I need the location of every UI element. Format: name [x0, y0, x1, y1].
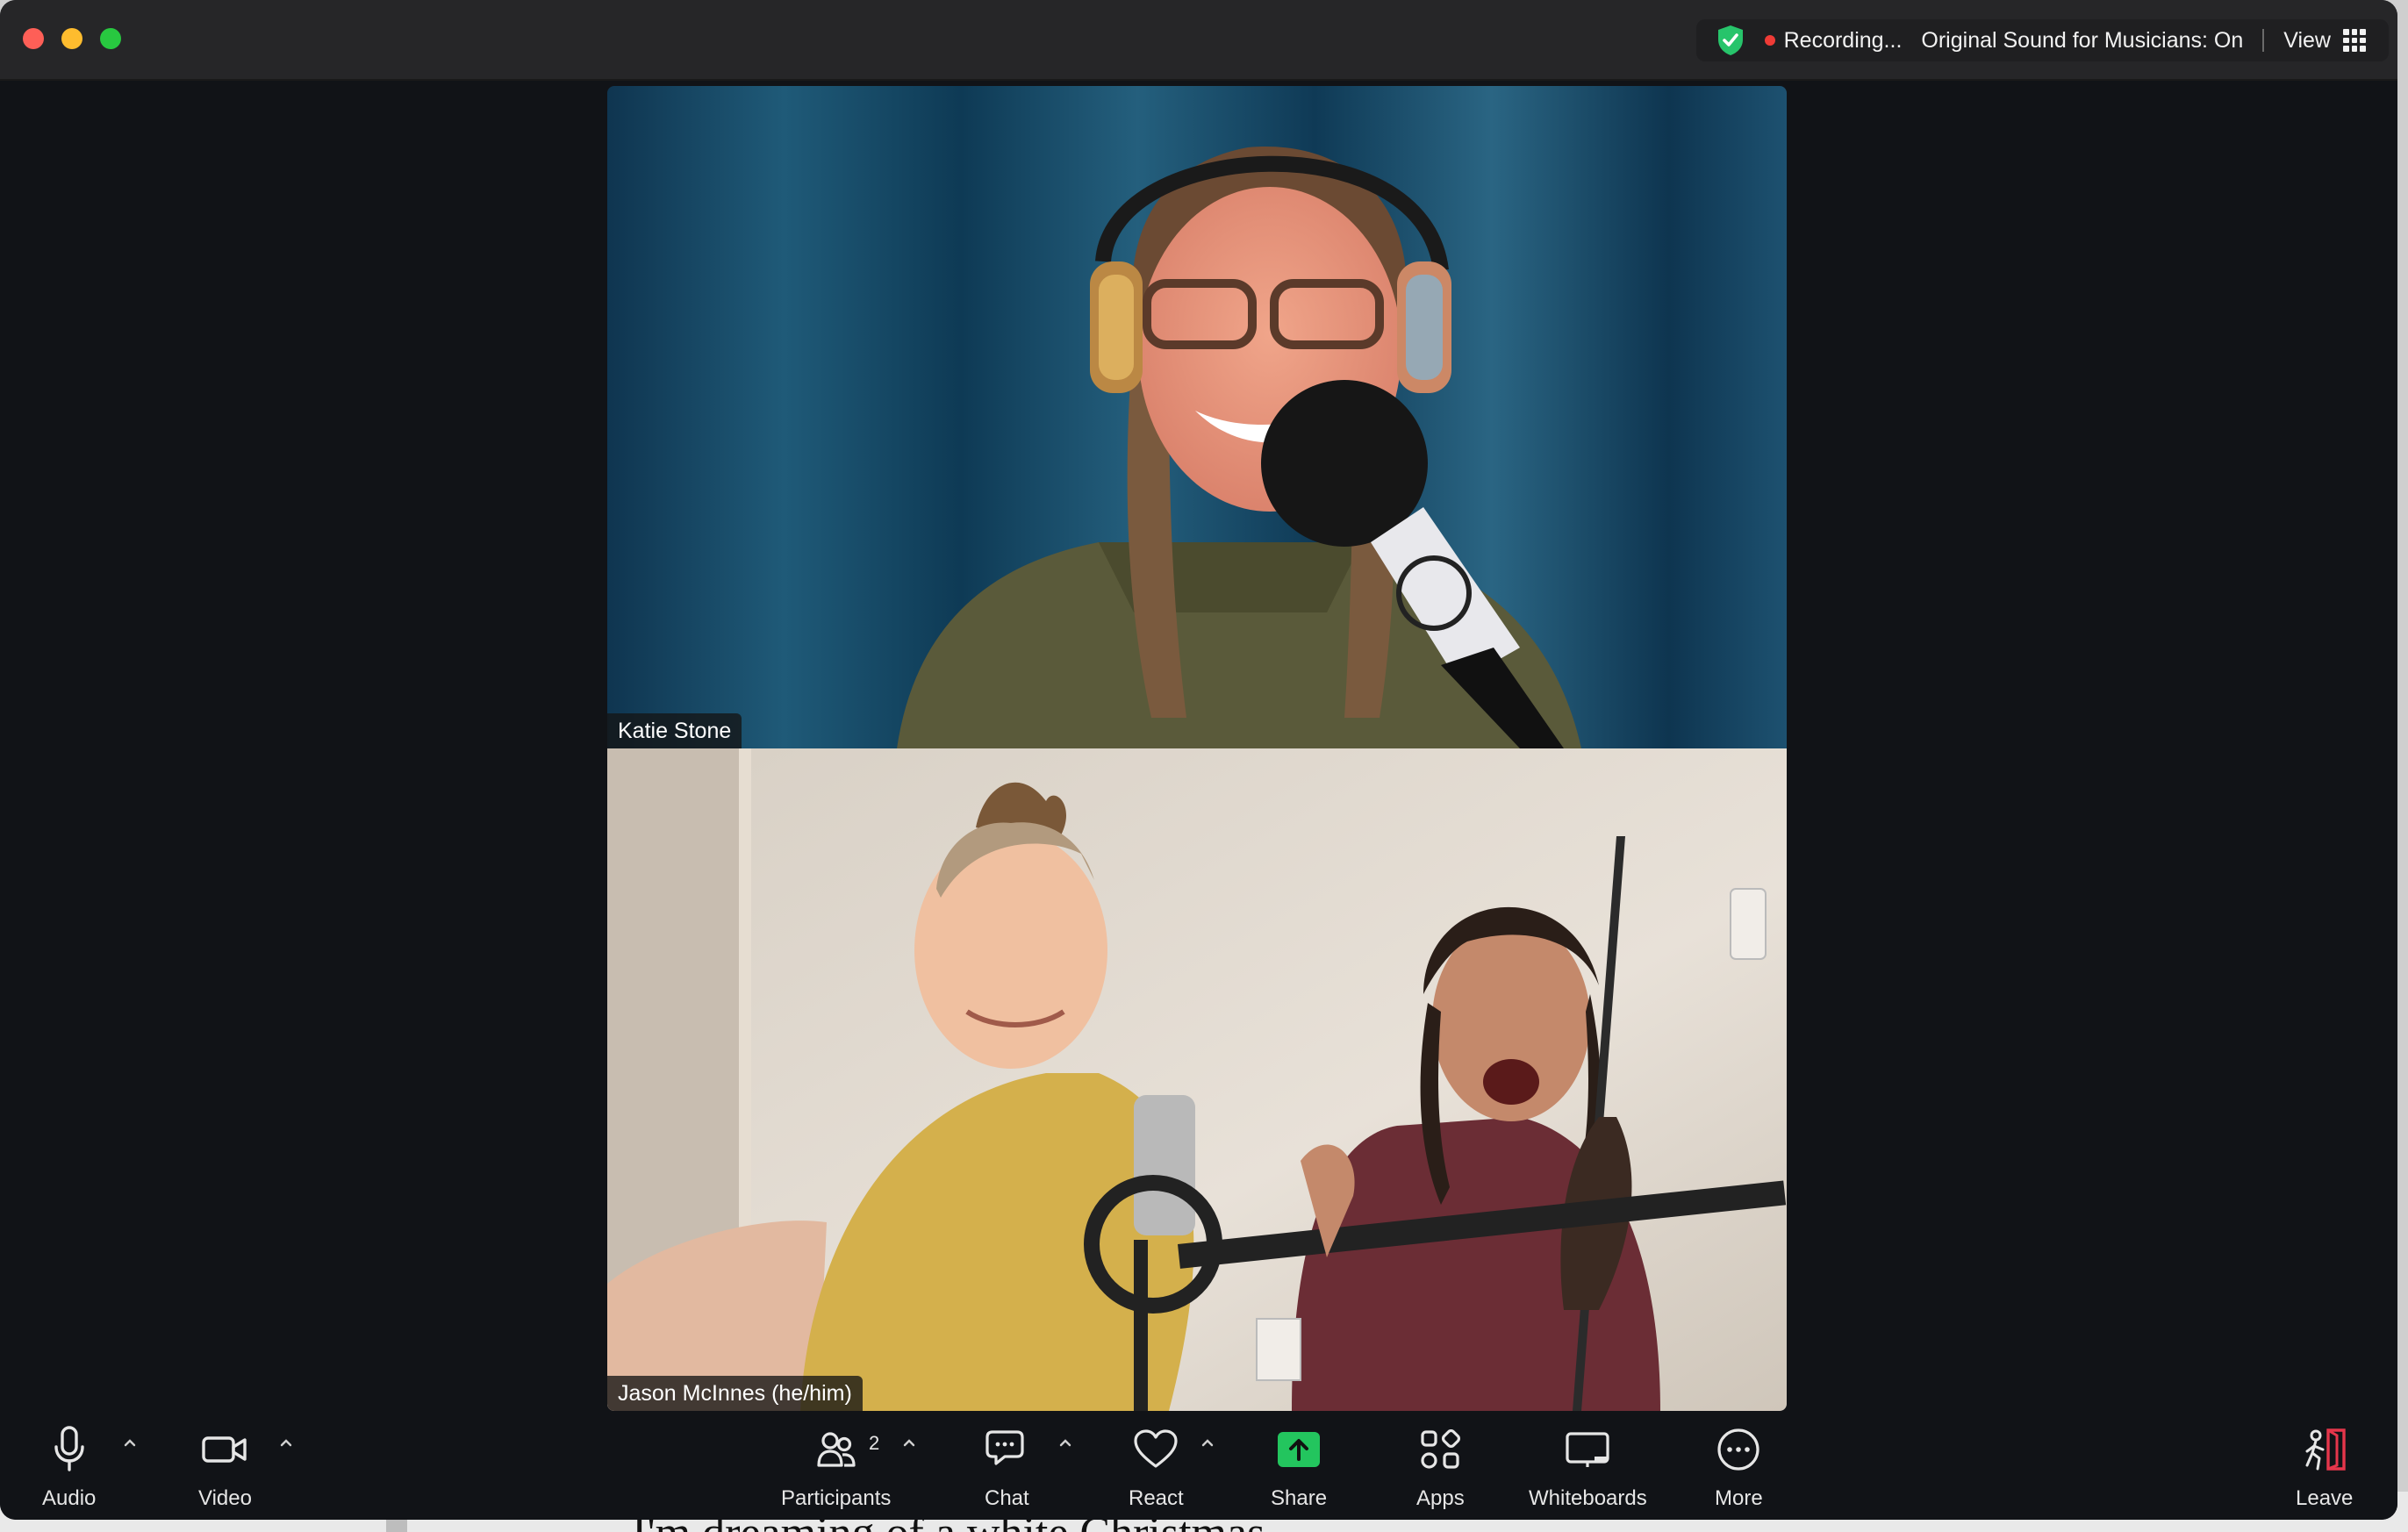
meeting-status-bar: Recording... Original Sound for Musician… [1695, 19, 2389, 61]
audio-button[interactable]: Audio [42, 1423, 96, 1511]
close-window-button[interactable] [23, 28, 44, 49]
more-label: More [1715, 1486, 1763, 1510]
chat-icon [985, 1430, 1024, 1465]
video-tile-katie-stone[interactable]: Katie Stone [607, 86, 1787, 748]
participant-name-tag: Jason McInnes (he/him) [607, 1376, 863, 1411]
whiteboard-icon [1566, 1432, 1609, 1467]
video-button[interactable]: Video [198, 1423, 252, 1511]
apps-button[interactable]: Apps [1416, 1423, 1465, 1511]
apps-label: Apps [1416, 1486, 1465, 1510]
share-button[interactable]: Share [1271, 1423, 1327, 1511]
view-button[interactable]: View [2283, 28, 2366, 54]
video-label: Video [198, 1486, 252, 1510]
apps-icon [1421, 1429, 1461, 1469]
participants-label: Participants [781, 1486, 892, 1510]
status-divider [2262, 29, 2265, 52]
grid-icon [2343, 29, 2366, 52]
video-tile-jason-mcinnes[interactable]: Jason McInnes (he/him) [607, 748, 1787, 1411]
react-label: React [1129, 1486, 1184, 1510]
participant-name-tag: Katie Stone [607, 713, 742, 748]
chat-label: Chat [985, 1486, 1029, 1510]
chat-button[interactable]: Chat [985, 1423, 1029, 1511]
participant-video-feed [607, 86, 1787, 748]
original-sound-status[interactable]: Original Sound for Musicians: On [1921, 28, 2243, 54]
share-label: Share [1271, 1486, 1328, 1510]
title-bar: Recording... Original Sound for Musician… [0, 0, 2397, 81]
video-options-chevron-icon[interactable] [277, 1434, 295, 1451]
minimize-window-button[interactable] [61, 28, 82, 49]
video-camera-icon [202, 1436, 247, 1463]
participants-count-badge: 2 [869, 1432, 880, 1454]
audio-options-chevron-icon[interactable] [121, 1434, 139, 1451]
react-button[interactable]: React [1129, 1423, 1184, 1511]
heart-icon [1134, 1429, 1178, 1468]
participant-video-feed [607, 748, 1787, 1411]
leave-label: Leave [2296, 1486, 2354, 1510]
more-button[interactable]: More [1715, 1423, 1763, 1511]
participants-icon [817, 1432, 856, 1467]
leave-door-icon [2305, 1428, 2346, 1471]
shield-check-icon[interactable] [1716, 24, 1745, 57]
leave-meeting-button[interactable]: Leave [2296, 1423, 2353, 1511]
zoom-meeting-window: Recording... Original Sound for Musician… [0, 0, 2397, 1520]
microphone-icon [54, 1426, 84, 1471]
whiteboards-label: Whiteboards [1529, 1486, 1647, 1510]
whiteboards-button[interactable]: Whiteboards [1529, 1423, 1647, 1511]
audio-label: Audio [42, 1486, 97, 1510]
participants-options-chevron-icon[interactable] [900, 1434, 918, 1451]
recording-indicator[interactable]: Recording... [1764, 27, 1903, 54]
zoom-window-button[interactable] [100, 28, 121, 49]
meeting-controls-toolbar: Audio Video Participants 2 Chat React Sh… [0, 1413, 2397, 1520]
more-options-icon [1717, 1428, 1759, 1471]
react-options-chevron-icon[interactable] [1199, 1434, 1216, 1451]
recording-label: Recording... [1783, 27, 1903, 53]
chat-options-chevron-icon[interactable] [1057, 1434, 1074, 1451]
recording-dot-icon [1764, 35, 1775, 46]
view-label: View [2283, 27, 2331, 53]
share-screen-icon [1278, 1432, 1321, 1467]
